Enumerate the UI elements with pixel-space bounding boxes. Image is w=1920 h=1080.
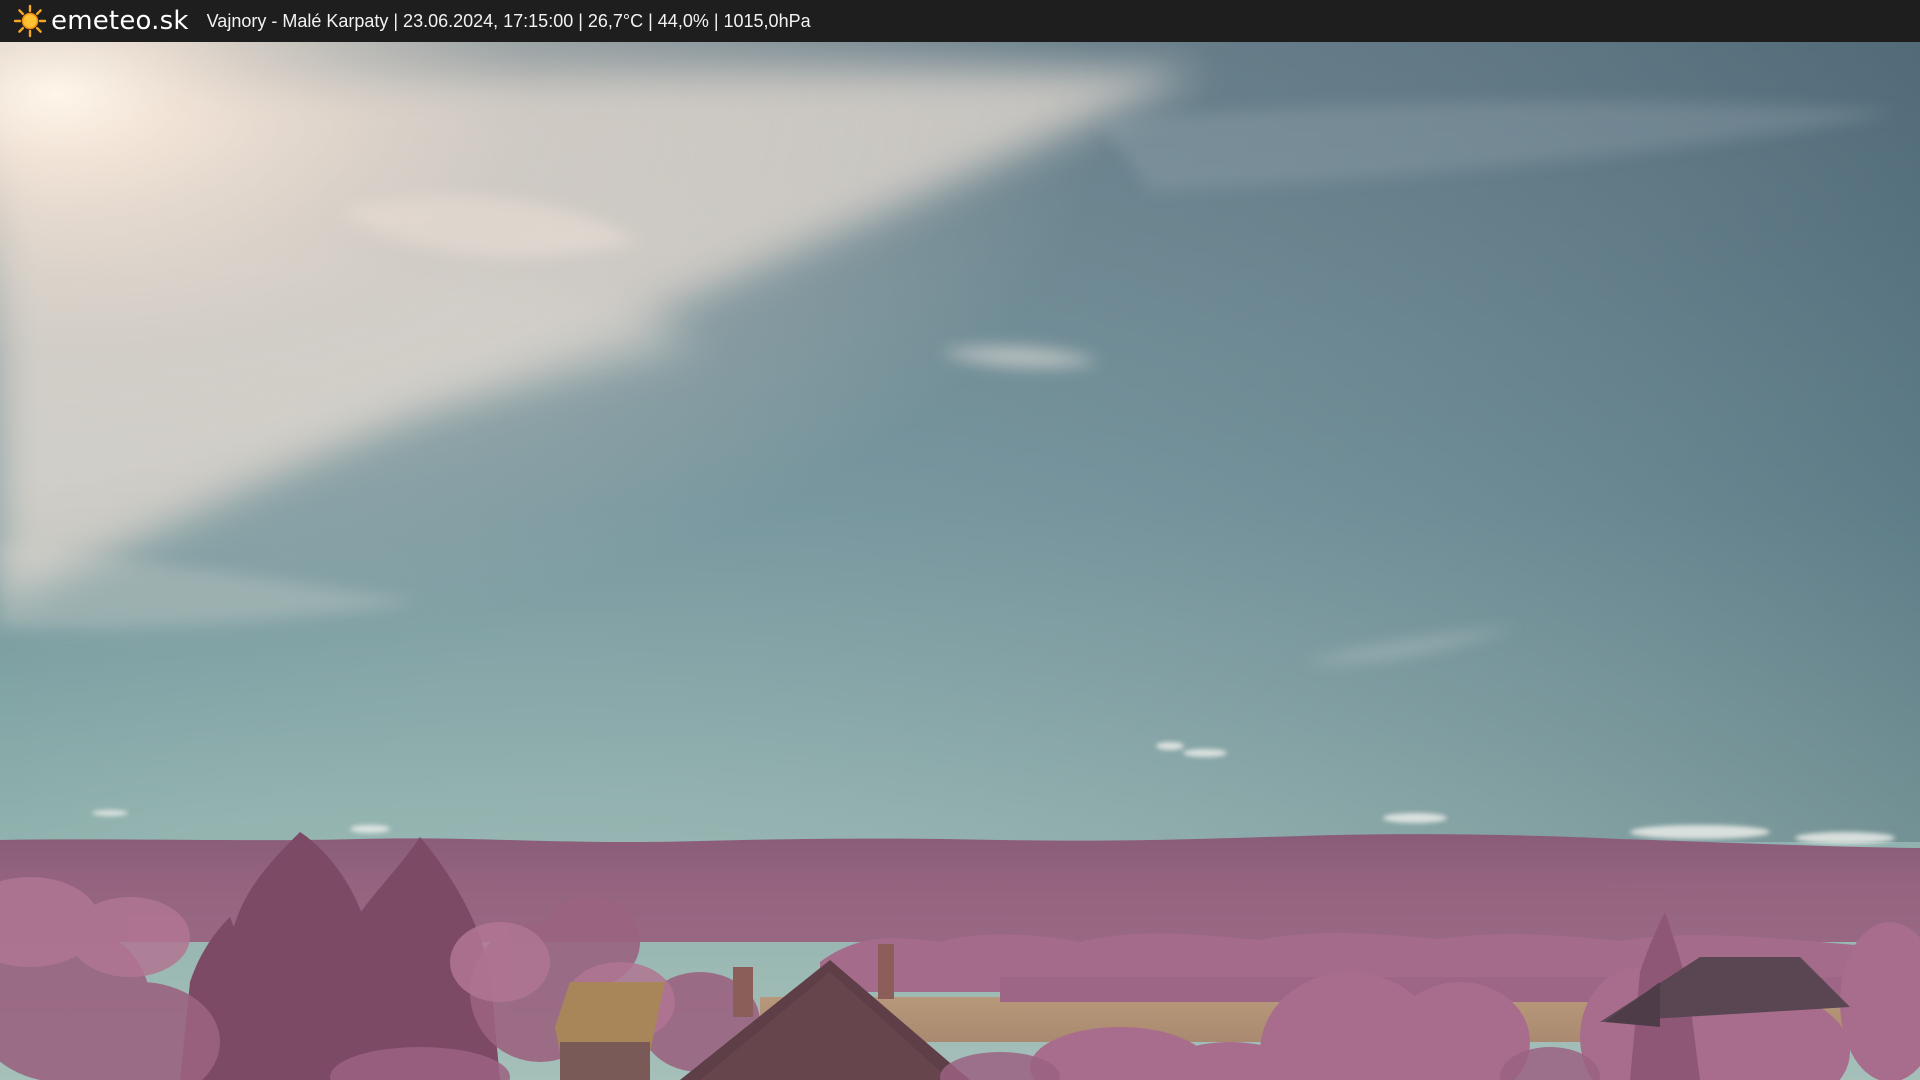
landscape-photo	[0, 42, 1920, 1080]
station-caption: Vajnory - Malé Karpaty | 23.06.2024, 17:…	[206, 10, 811, 31]
house-roof-left	[555, 982, 665, 1080]
sun-icon	[13, 4, 47, 38]
site-logo: emeteo.sk	[51, 6, 189, 36]
info-overlay-bar: emeteo.sk Vajnory - Malé Karpaty | 23.06…	[0, 0, 1920, 42]
webcam-frame: emeteo.sk Vajnory - Malé Karpaty | 23.06…	[0, 0, 1920, 1080]
